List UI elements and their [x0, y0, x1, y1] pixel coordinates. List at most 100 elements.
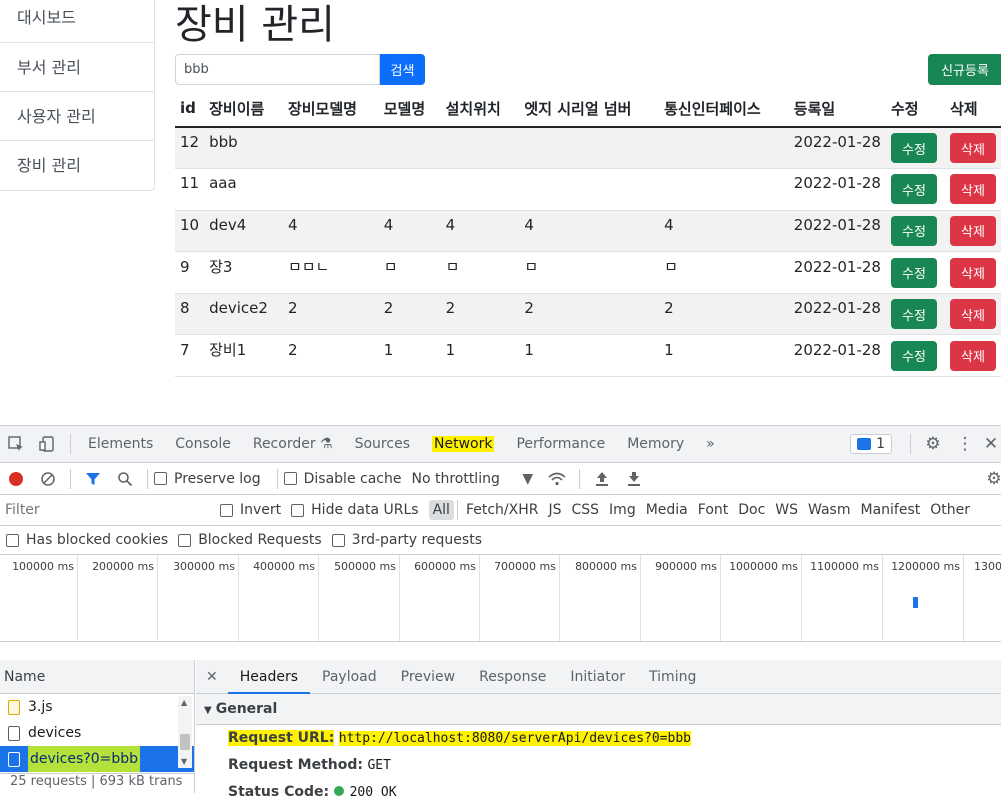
preserve-log-checkbox[interactable]: Preserve log: [154, 471, 261, 487]
blocked-requests-checkbox[interactable]: Blocked Requests: [178, 532, 322, 548]
type-filter-other[interactable]: Other: [925, 502, 975, 518]
record-icon[interactable]: [0, 460, 32, 497]
tab-preview[interactable]: Preview: [389, 660, 468, 694]
type-filter-font[interactable]: Font: [693, 502, 733, 518]
search-bar: 검색: [175, 54, 425, 85]
delete-button[interactable]: 삭제: [950, 174, 996, 205]
type-filter-manifest[interactable]: Manifest: [856, 502, 926, 518]
gear-icon[interactable]: ⚙: [917, 426, 949, 463]
request-name: devices: [28, 725, 82, 741]
delete-button[interactable]: 삭제: [950, 299, 996, 330]
blocked-cookies-checkbox[interactable]: Has blocked cookies: [6, 532, 168, 548]
network-timeline[interactable]: 100000 ms 200000 ms 300000 ms 400000 ms …: [0, 555, 1001, 642]
upload-icon[interactable]: [586, 460, 618, 497]
device-toolbar-icon[interactable]: [32, 426, 64, 463]
cell-date: 2022-01-28: [788, 210, 886, 253]
scroll-up-icon[interactable]: ▲: [181, 698, 187, 707]
sidebar-item-users[interactable]: 사용자 관리: [0, 92, 154, 141]
type-filter-media[interactable]: Media: [641, 502, 693, 518]
edit-button[interactable]: 수정: [890, 340, 937, 371]
download-icon[interactable]: [618, 460, 650, 497]
more-tabs-icon[interactable]: »: [695, 426, 726, 463]
cell-model: 1: [378, 334, 441, 378]
invert-checkbox[interactable]: Invert: [220, 502, 281, 518]
cell-model-name: 4: [282, 210, 379, 253]
sidebar-item-devices[interactable]: 장비 관리: [0, 141, 154, 190]
gear-icon[interactable]: ⚙: [986, 460, 1001, 497]
type-filter-ws[interactable]: WS: [770, 502, 803, 518]
message-icon: [857, 438, 872, 450]
disable-cache-checkbox[interactable]: Disable cache: [283, 471, 401, 487]
type-filter-css[interactable]: CSS: [566, 502, 604, 518]
delete-button[interactable]: 삭제: [950, 340, 996, 371]
detail-tab-bar: ✕ Headers Payload Preview Response Initi…: [196, 660, 1001, 694]
type-filter-wasm[interactable]: Wasm: [803, 502, 855, 518]
delete-button[interactable]: 삭제: [950, 133, 996, 164]
issues-badge[interactable]: 1: [850, 434, 892, 454]
edit-button[interactable]: 수정: [890, 174, 937, 205]
sidebar-item-departments[interactable]: 부서 관리: [0, 43, 154, 92]
edit-button[interactable]: 수정: [890, 257, 937, 288]
devtools-tab-bar: Elements Console Recorder ⚗ Sources Netw…: [0, 426, 1001, 463]
filter-icon[interactable]: [77, 460, 109, 497]
tab-payload[interactable]: Payload: [310, 660, 389, 694]
tab-memory[interactable]: Memory: [616, 426, 695, 463]
inspect-element-icon[interactable]: [0, 426, 32, 463]
tab-elements[interactable]: Elements: [77, 426, 164, 463]
filter-input[interactable]: [0, 498, 205, 522]
name-column-header[interactable]: Name: [0, 660, 194, 694]
type-filter-img[interactable]: Img: [604, 502, 641, 518]
timeline-tick: 600000 ms: [399, 555, 479, 641]
search-icon[interactable]: [109, 460, 141, 497]
kebab-menu-icon[interactable]: ⋮: [949, 426, 981, 463]
request-item[interactable]: devices: [0, 720, 194, 746]
type-filter-fetch-xhr[interactable]: Fetch/XHR: [461, 502, 544, 518]
new-register-button[interactable]: 신규등록: [928, 54, 1001, 85]
close-details-icon[interactable]: ✕: [196, 660, 228, 694]
table-row: 7 장비1 2 1 1 1 1 2022-01-28 수정 삭제: [175, 334, 1001, 378]
edit-button[interactable]: 수정: [890, 215, 937, 246]
table-header-row: id 장비이름 장비모델명 모델명 설치위치 엣지 시리얼 넘버 통신인터페이스…: [175, 90, 1001, 128]
search-button[interactable]: 검색: [380, 54, 425, 85]
edit-button[interactable]: 수정: [890, 133, 937, 164]
request-item[interactable]: 3.js: [0, 694, 194, 720]
request-list-scrollbar[interactable]: ▲ ▼: [178, 696, 192, 768]
app-page: 대시보드 부서 관리 사용자 관리 장비 관리 장비 관리 검색 신규등록 id…: [0, 0, 1001, 425]
timeline-tick: 900000 ms: [640, 555, 720, 641]
type-filter-doc[interactable]: Doc: [733, 502, 770, 518]
tab-console[interactable]: Console: [164, 426, 242, 463]
type-filter-js[interactable]: JS: [543, 502, 566, 518]
status-code-value: 200 OK: [349, 785, 397, 800]
col-model-name: 장비모델명: [282, 90, 379, 128]
general-section-header[interactable]: ▼ General: [196, 694, 1001, 725]
cell-serial: 1: [519, 334, 660, 378]
hide-data-urls-checkbox[interactable]: Hide data URLs: [291, 502, 419, 518]
cell-name: bbb: [204, 127, 283, 170]
tab-network[interactable]: Network: [421, 426, 505, 463]
tab-headers[interactable]: Headers: [227, 660, 311, 694]
scroll-thumb[interactable]: [180, 734, 190, 750]
search-input[interactable]: [175, 54, 380, 85]
tab-response[interactable]: Response: [467, 660, 558, 694]
type-filter-all[interactable]: All: [428, 500, 454, 520]
tab-timing[interactable]: Timing: [637, 660, 708, 694]
clear-icon[interactable]: [32, 460, 64, 497]
tab-initiator[interactable]: Initiator: [558, 660, 637, 694]
tab-recorder[interactable]: Recorder ⚗: [242, 426, 344, 463]
sidebar-item-dashboard[interactable]: 대시보드: [0, 0, 154, 43]
tab-sources[interactable]: Sources: [344, 426, 421, 463]
cell-name: device2: [204, 293, 283, 336]
delete-button[interactable]: 삭제: [950, 215, 996, 246]
delete-button[interactable]: 삭제: [950, 257, 996, 288]
edit-button[interactable]: 수정: [890, 299, 937, 330]
cell-location: [440, 127, 520, 170]
close-icon[interactable]: ✕: [981, 426, 1001, 463]
wifi-settings-icon[interactable]: [541, 460, 573, 497]
cell-serial: [519, 168, 660, 211]
throttling-select[interactable]: No throttling ▼: [411, 471, 533, 487]
request-item-selected[interactable]: devices?0=bbb: [0, 746, 194, 772]
cell-edit: 수정: [885, 127, 945, 170]
scroll-down-icon[interactable]: ▼: [181, 757, 187, 766]
tab-performance[interactable]: Performance: [505, 426, 616, 463]
third-party-checkbox[interactable]: 3rd-party requests: [331, 532, 482, 548]
